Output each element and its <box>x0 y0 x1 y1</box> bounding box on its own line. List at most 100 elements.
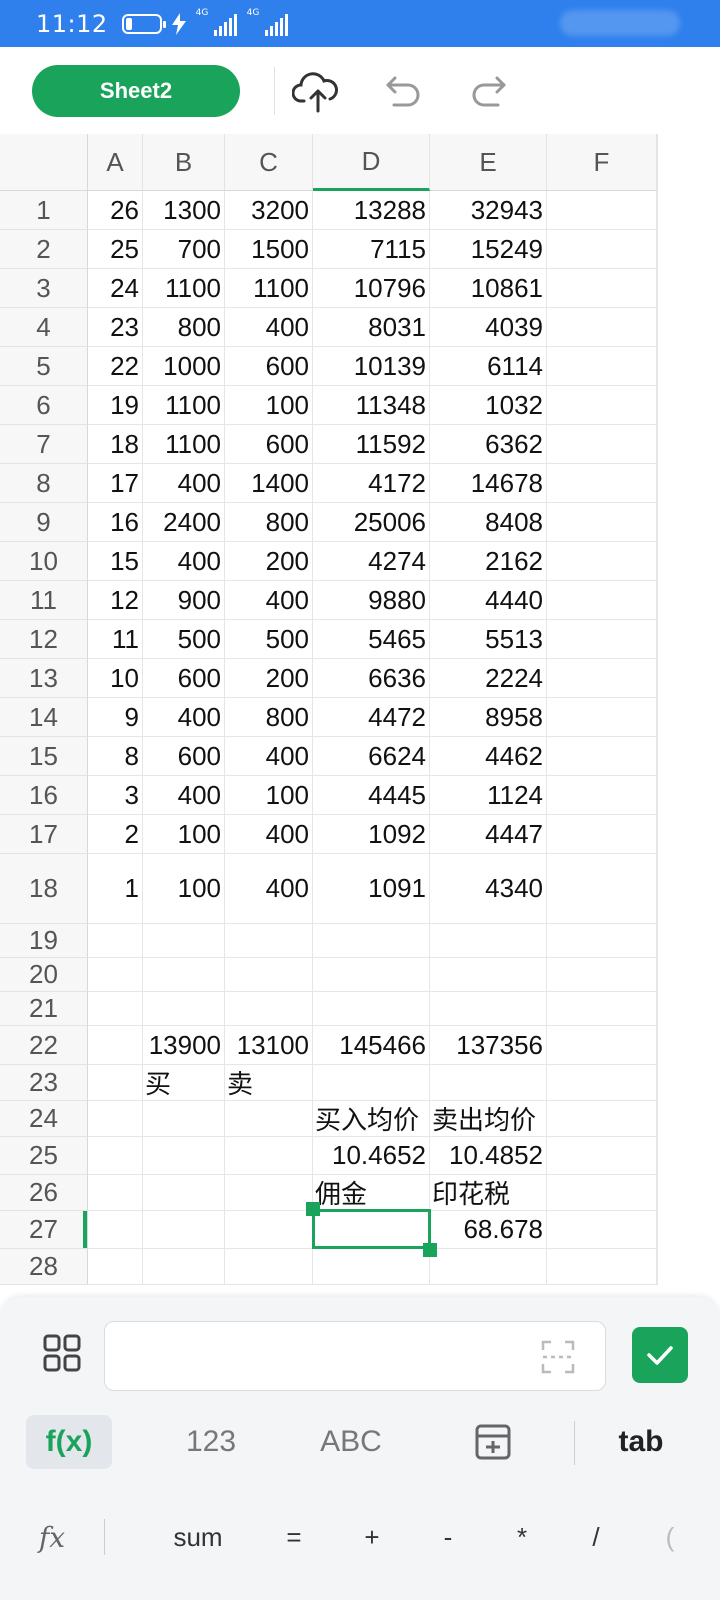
row-header-24[interactable]: 24 <box>0 1101 88 1137</box>
cell-b9[interactable]: 2400 <box>143 503 225 542</box>
row-header-27[interactable]: 27 <box>0 1211 88 1249</box>
cell-c13[interactable]: 200 <box>225 659 313 698</box>
row-header-11[interactable]: 11 <box>0 581 88 620</box>
cell-a11[interactable]: 12 <box>88 581 143 620</box>
row-header-25[interactable]: 25 <box>0 1137 88 1175</box>
cell-d21[interactable] <box>313 992 430 1026</box>
cell-c8[interactable]: 1400 <box>225 464 313 503</box>
cell-b10[interactable]: 400 <box>143 542 225 581</box>
tab-numeric[interactable]: 123 <box>168 1415 254 1469</box>
cell-f22[interactable] <box>547 1026 657 1065</box>
cell-c12[interactable]: 500 <box>225 620 313 659</box>
cloud-upload-icon[interactable] <box>292 69 338 113</box>
cell-b23[interactable]: 买 <box>143 1065 225 1101</box>
tab-function[interactable]: f(x) <box>26 1415 112 1469</box>
cell-a15[interactable]: 8 <box>88 737 143 776</box>
row-header-17[interactable]: 17 <box>0 815 88 854</box>
cell-d13[interactable]: 6636 <box>313 659 430 698</box>
cell-a23[interactable] <box>88 1065 143 1101</box>
cell-e11[interactable]: 4440 <box>430 581 547 620</box>
cell-b20[interactable] <box>143 958 225 992</box>
cell-f10[interactable] <box>547 542 657 581</box>
cell-f27[interactable] <box>547 1211 657 1249</box>
cell-f14[interactable] <box>547 698 657 737</box>
cell-a7[interactable]: 18 <box>88 425 143 464</box>
cell-c16[interactable]: 100 <box>225 776 313 815</box>
cell-d26[interactable]: 佣金 <box>313 1175 430 1211</box>
column-header-c[interactable]: C <box>225 134 313 191</box>
function-list-icon[interactable] <box>42 1333 82 1373</box>
cell-b19[interactable] <box>143 924 225 958</box>
cell-f5[interactable] <box>547 347 657 386</box>
cell-d1[interactable]: 13288 <box>313 191 430 230</box>
cell-e2[interactable]: 15249 <box>430 230 547 269</box>
cell-f2[interactable] <box>547 230 657 269</box>
cell-b2[interactable]: 700 <box>143 230 225 269</box>
cell-f3[interactable] <box>547 269 657 308</box>
row-header-5[interactable]: 5 <box>0 347 88 386</box>
cell-d6[interactable]: 11348 <box>313 386 430 425</box>
cell-c5[interactable]: 600 <box>225 347 313 386</box>
cell-a21[interactable] <box>88 992 143 1026</box>
row-header-23[interactable]: 23 <box>0 1065 88 1101</box>
cell-a8[interactable]: 17 <box>88 464 143 503</box>
row-header-3[interactable]: 3 <box>0 269 88 308</box>
cell-f24[interactable] <box>547 1101 657 1137</box>
cell-d16[interactable]: 4445 <box>313 776 430 815</box>
tab-key[interactable]: tab <box>598 1415 684 1469</box>
cell-b5[interactable]: 1000 <box>143 347 225 386</box>
cell-a14[interactable]: 9 <box>88 698 143 737</box>
cell-c1[interactable]: 3200 <box>225 191 313 230</box>
cell-f6[interactable] <box>547 386 657 425</box>
cell-a28[interactable] <box>88 1249 143 1285</box>
row-header-18[interactable]: 18 <box>0 854 88 924</box>
row-header-22[interactable]: 22 <box>0 1026 88 1065</box>
cell-e10[interactable]: 2162 <box>430 542 547 581</box>
cell-f7[interactable] <box>547 425 657 464</box>
tab-alphabet[interactable]: ABC <box>308 1415 394 1469</box>
cell-e19[interactable] <box>430 924 547 958</box>
cell-b8[interactable]: 400 <box>143 464 225 503</box>
cell-e3[interactable]: 10861 <box>430 269 547 308</box>
cell-f12[interactable] <box>547 620 657 659</box>
selection-handle-start[interactable] <box>306 1202 320 1216</box>
cell-d12[interactable]: 5465 <box>313 620 430 659</box>
cell-f1[interactable] <box>547 191 657 230</box>
cell-d8[interactable]: 4172 <box>313 464 430 503</box>
cell-a4[interactable]: 23 <box>88 308 143 347</box>
cell-b14[interactable]: 400 <box>143 698 225 737</box>
cell-e24[interactable]: 卖出均价 <box>430 1101 547 1137</box>
cell-e26[interactable]: 印花税 <box>430 1175 547 1211</box>
cell-e13[interactable]: 2224 <box>430 659 547 698</box>
op-sum[interactable]: sum <box>160 1507 236 1567</box>
cell-b21[interactable] <box>143 992 225 1026</box>
cell-b15[interactable]: 600 <box>143 737 225 776</box>
cell-b18[interactable]: 100 <box>143 854 225 924</box>
row-header-19[interactable]: 19 <box>0 924 88 958</box>
cell-e27[interactable]: 68.678 <box>430 1211 547 1249</box>
cell-d24[interactable]: 买入均价 <box>313 1101 430 1137</box>
cell-d11[interactable]: 9880 <box>313 581 430 620</box>
row-header-6[interactable]: 6 <box>0 386 88 425</box>
cell-c4[interactable]: 400 <box>225 308 313 347</box>
cell-c17[interactable]: 400 <box>225 815 313 854</box>
cell-d22[interactable]: 145466 <box>313 1026 430 1065</box>
cell-e17[interactable]: 4447 <box>430 815 547 854</box>
cell-a3[interactable]: 24 <box>88 269 143 308</box>
cell-b16[interactable]: 400 <box>143 776 225 815</box>
cell-e4[interactable]: 4039 <box>430 308 547 347</box>
cell-f16[interactable] <box>547 776 657 815</box>
row-header-20[interactable]: 20 <box>0 958 88 992</box>
cell-c24[interactable] <box>225 1101 313 1137</box>
cell-c26[interactable] <box>225 1175 313 1211</box>
tab-calculator[interactable] <box>450 1415 536 1469</box>
cell-c19[interactable] <box>225 924 313 958</box>
row-header-2[interactable]: 2 <box>0 230 88 269</box>
cell-e18[interactable]: 4340 <box>430 854 547 924</box>
cell-a12[interactable]: 11 <box>88 620 143 659</box>
row-header-15[interactable]: 15 <box>0 737 88 776</box>
cell-c3[interactable]: 1100 <box>225 269 313 308</box>
cell-b22[interactable]: 13900 <box>143 1026 225 1065</box>
cell-f20[interactable] <box>547 958 657 992</box>
cell-f17[interactable] <box>547 815 657 854</box>
